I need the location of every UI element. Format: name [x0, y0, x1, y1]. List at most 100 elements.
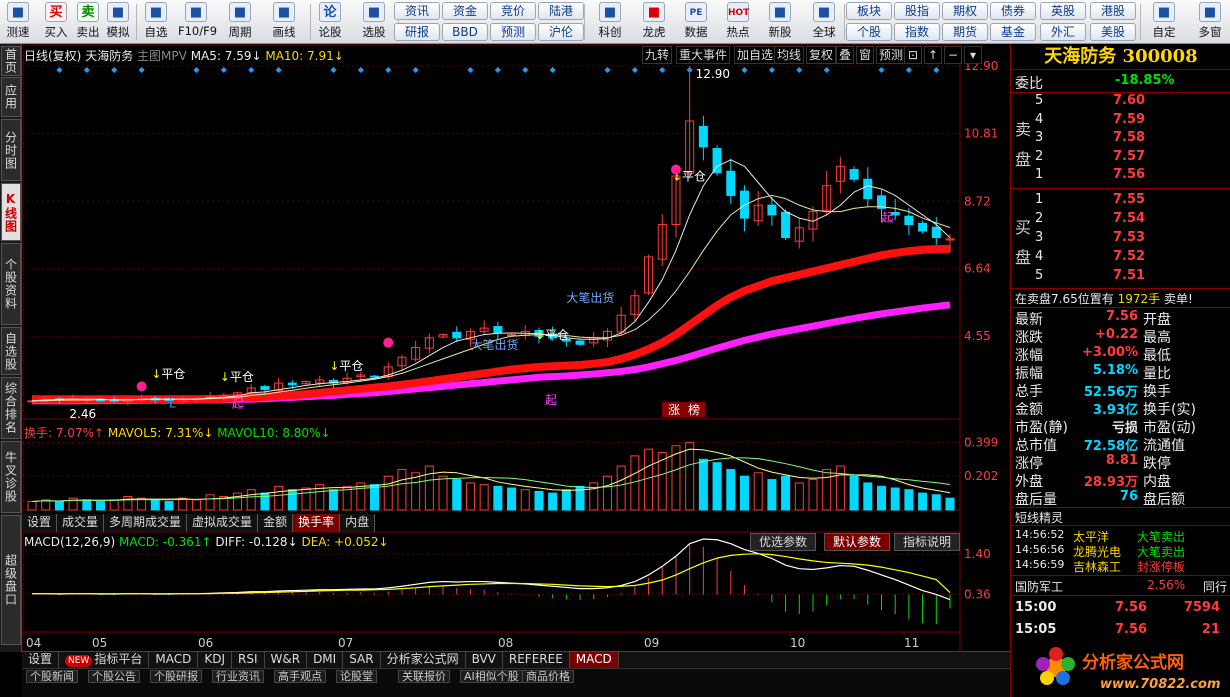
toolbar-pill-button[interactable]: 美股: [1090, 23, 1136, 41]
left-tab[interactable]: 个股资料: [1, 243, 21, 325]
indicator-tab[interactable]: W&R: [265, 652, 308, 668]
volume-sub-tab[interactable]: 内盘: [340, 514, 376, 532]
sector-tail[interactable]: 同行: [1203, 578, 1227, 595]
macd-param-tab[interactable]: 指标说明: [894, 533, 961, 551]
ticker-cell[interactable]: 高手观点: [274, 670, 326, 683]
toolbar-pen-button[interactable]: ■ 画线: [266, 2, 302, 42]
toolbar-hammer-button[interactable]: ■ 模拟: [100, 2, 136, 42]
buy-price[interactable]: 7.54: [1113, 211, 1145, 226]
indicator-tab[interactable]: MACD: [569, 652, 619, 668]
toolbar-lun-button[interactable]: 论论股: [312, 2, 348, 42]
indicator-tab[interactable]: KDJ: [198, 652, 232, 668]
toolbar-buy-button[interactable]: 买买入: [38, 2, 74, 42]
toolbar-pill-button[interactable]: 竞价: [490, 2, 536, 20]
toolbar-clock-button[interactable]: ■ 周期: [222, 2, 258, 42]
indicator-tab[interactable]: NEW 指标平台: [59, 652, 150, 668]
elf-stock[interactable]: 吉林森工: [1073, 558, 1121, 575]
toolbar-pill-button[interactable]: 债券: [990, 2, 1036, 20]
toolbar-custom-button[interactable]: ■ 自定: [1146, 2, 1182, 42]
toolbar-pill-button[interactable]: BBD: [442, 23, 488, 41]
volume-sub-tab[interactable]: 金额: [258, 514, 294, 532]
chart-top-button[interactable]: 窗: [856, 46, 875, 64]
chart-canvas[interactable]: 12.9010.818.726.644.5512.902.46平仓↓ 平仓↓平仓↓…: [22, 44, 1010, 652]
toolbar-star-button[interactable]: ■ 自选: [138, 2, 174, 42]
lock-icon[interactable]: ⊡: [904, 46, 922, 64]
chart-top-button[interactable]: 重大事件: [676, 46, 731, 64]
indicator-tab[interactable]: SAR: [343, 652, 381, 668]
sell-price[interactable]: 7.58: [1113, 130, 1145, 145]
volume-sub-tab[interactable]: 设置: [22, 514, 58, 532]
chevron-down-icon[interactable]: ▾: [964, 46, 982, 64]
indicator-tab[interactable]: RSI: [232, 652, 265, 668]
toolbar-pill-button[interactable]: 期权: [942, 2, 988, 20]
toolbar-hot-button[interactable]: HOT 热点: [720, 2, 756, 42]
indicator-label[interactable]: 主图MPV: [137, 49, 187, 63]
volume-sub-tab[interactable]: 换手率: [293, 514, 341, 532]
toolbar-pill-button[interactable]: 港股: [1090, 2, 1136, 20]
period-label[interactable]: 日线(复权): [24, 49, 81, 63]
chart-top-button[interactable]: 均线: [774, 46, 805, 64]
indicator-tab[interactable]: 设置: [22, 652, 60, 668]
up-arrow-icon[interactable]: ↑: [924, 46, 942, 64]
sell-price[interactable]: 7.57: [1113, 149, 1145, 164]
indicator-tab[interactable]: DMI: [307, 652, 344, 668]
toolbar-pill-button[interactable]: 板块: [846, 2, 892, 20]
sell-price[interactable]: 7.56: [1113, 167, 1145, 182]
ticker-cell[interactable]: AI相似个股: [460, 670, 523, 683]
toolbar-pill-button[interactable]: 期货: [942, 23, 988, 41]
ticker-cell[interactable]: 个股公告: [88, 670, 140, 683]
toolbar-newstock-button[interactable]: ■ 新股: [762, 2, 798, 42]
ticker-cell[interactable]: 个股研报: [150, 670, 202, 683]
toolbar-pill-button[interactable]: 基金: [990, 23, 1036, 41]
minus-icon[interactable]: −: [944, 46, 962, 64]
toolbar-dragon-button[interactable]: ■ 龙虎: [636, 2, 672, 42]
ticker-cell[interactable]: 个股新闻: [26, 670, 78, 683]
buy-price[interactable]: 7.52: [1113, 249, 1145, 264]
toolbar-pill-button[interactable]: 资金: [442, 2, 488, 20]
toolbar-pill-button[interactable]: 资讯: [394, 2, 440, 20]
chart-top-button[interactable]: 叠: [836, 46, 855, 64]
ticker-cell[interactable]: 论股堂: [336, 670, 377, 683]
chart-top-button[interactable]: 复权: [806, 46, 837, 64]
left-tab[interactable]: 综合排名: [1, 377, 21, 439]
toolbar-pill-button[interactable]: 个股: [846, 23, 892, 41]
indicator-tab[interactable]: MACD: [149, 652, 199, 668]
buy-price[interactable]: 7.55: [1113, 192, 1145, 207]
chart-top-button[interactable]: 加自选: [734, 46, 777, 64]
sell-price[interactable]: 7.60: [1113, 93, 1145, 108]
volume-sub-tab[interactable]: 虚拟成交量: [187, 514, 259, 532]
volume-sub-tab[interactable]: 多周期成交量: [104, 514, 188, 532]
ticker-cell[interactable]: 行业资讯: [212, 670, 264, 683]
sell-price[interactable]: 7.59: [1113, 112, 1145, 127]
toolbar-pe-button[interactable]: PE 数据: [678, 2, 714, 42]
indicator-tab[interactable]: REFEREE: [503, 652, 570, 668]
sector-name[interactable]: 国防军工: [1015, 578, 1063, 595]
left-tab[interactable]: 牛叉诊股: [1, 441, 21, 513]
chart-top-button[interactable]: 九转: [642, 46, 673, 64]
elves-title[interactable]: 短线精灵: [1015, 509, 1063, 526]
toolbar-magnifier-button[interactable]: ■ 选股: [356, 2, 392, 42]
left-tab[interactable]: K线图: [1, 183, 21, 241]
toolbar-pill-button[interactable]: 股指: [894, 2, 940, 20]
volume-sub-tab[interactable]: 成交量: [57, 514, 105, 532]
toolbar-pill-button[interactable]: 指数: [894, 23, 940, 41]
toolbar-pill-button[interactable]: 英股: [1040, 2, 1086, 20]
toolbar-pill-button[interactable]: 外汇: [1040, 23, 1086, 41]
toolbar-multiwindow-button[interactable]: ■ 多窗: [1192, 2, 1228, 42]
ticker-cell[interactable]: 关联报价: [398, 670, 450, 683]
toolbar-speed-button[interactable]: ■ 测速: [0, 2, 36, 42]
left-tab[interactable]: 应用: [1, 77, 21, 117]
toolbar-pill-button[interactable]: 预测: [490, 23, 536, 41]
chart-top-button[interactable]: 预测: [876, 46, 907, 64]
toolbar-pill-button[interactable]: 研报: [394, 23, 440, 41]
indicator-tab[interactable]: 分析家公式网: [381, 652, 466, 668]
ticker-cell[interactable]: 商品价格: [522, 670, 574, 683]
chart-area[interactable]: 12.90 10.81 8.72 6.64 4.55 12.90 2.46 平仓 ↓ 平仓 ↓ 平仓 ↓…: [22, 44, 1010, 652]
macd-param-tab[interactable]: 优选参数: [750, 533, 817, 551]
left-tab[interactable]: 自选股: [1, 327, 21, 375]
indicator-tab[interactable]: BVV: [466, 652, 503, 668]
buy-price[interactable]: 7.51: [1113, 268, 1145, 283]
left-tab[interactable]: 首页: [1, 46, 21, 76]
left-tab[interactable]: 超级盘口: [1, 515, 21, 645]
toolbar-pill-button[interactable]: 陆港: [538, 2, 584, 20]
